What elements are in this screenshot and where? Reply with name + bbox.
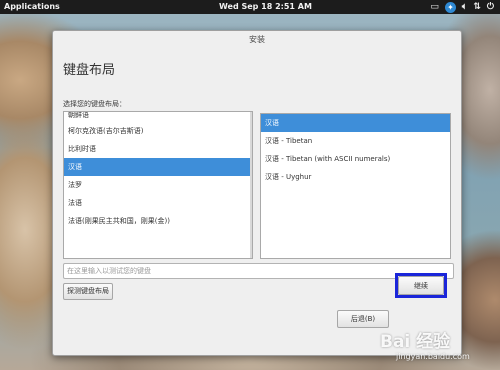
variant-list-item[interactable]: 汉语 - Uyghur [261,168,450,186]
layout-prompt-label: 选择您的键盘布局： [63,100,126,108]
layout-list-item[interactable]: 法语(刚果民主共和国，刚果(金)) [64,212,252,230]
layout-list-item[interactable]: 法罗 [64,176,252,194]
layout-list[interactable]: 朝鲜语 柯尔克孜语(吉尔吉斯语) 比利时语 汉语 法罗 法语 法语(刚果民主共和… [63,111,253,259]
watermark-url: jingyan.baidu.com [396,352,470,361]
layout-list-item[interactable]: 比利时语 [64,140,252,158]
layout-list-item[interactable]: 朝鲜语 [64,112,252,122]
variant-list[interactable]: 汉语 汉语 - Tibetan 汉语 - Tibetan (with ASCII… [260,113,451,259]
transfer-icon[interactable]: ⇅ [473,1,481,13]
keyboard-test-input[interactable] [63,263,454,279]
top-panel: Applications Wed Sep 18 2:51 AM ▭ ✦ 🔈︎ ⇅… [0,0,500,14]
back-button[interactable]: 后退(B) [337,310,389,328]
watermark-logo: Bai 经验 [380,332,451,352]
variant-list-item-selected[interactable]: 汉语 [261,114,450,132]
layout-list-item[interactable]: 法语 [64,194,252,212]
system-tray: ▭ ✦ 🔈︎ ⇅ ⏻ [430,1,494,13]
variant-list-item[interactable]: 汉语 - Tibetan [261,132,450,150]
window-title: 安装 [249,35,265,44]
variant-list-item[interactable]: 汉语 - Tibetan (with ASCII numerals) [261,150,450,168]
detect-layout-button[interactable]: 探测键盘布局 [63,283,113,300]
accessibility-icon[interactable]: ✦ [444,1,456,13]
layout-list-scrollbar[interactable] [250,112,252,258]
layout-list-item-selected[interactable]: 汉语 [64,158,252,176]
power-icon[interactable]: ⏻ [487,1,494,13]
layout-list-item[interactable]: 柯尔克孜语(吉尔吉斯语) [64,122,252,140]
page-title: 键盘布局 [63,63,116,78]
applications-menu[interactable]: Applications [4,2,60,11]
installer-window: 安装 键盘布局 选择您的键盘布局： 朝鲜语 柯尔克孜语(吉尔吉斯语) 比利时语 … [52,30,462,356]
continue-button[interactable]: 继续 [398,276,444,295]
clock[interactable]: Wed Sep 18 2:51 AM [219,2,312,11]
volume-icon[interactable]: 🔈︎ [462,1,467,13]
network-icon[interactable]: ▭ [430,1,439,13]
watermark: Bai 经验 jingyan.baidu.com [380,327,498,369]
